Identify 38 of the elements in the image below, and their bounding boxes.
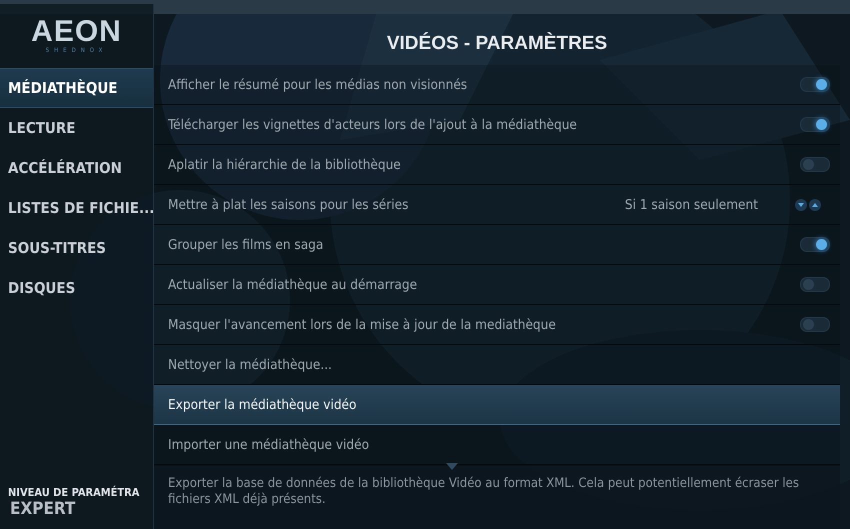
toggle-switch[interactable] (800, 277, 830, 292)
sidebar-item[interactable]: ACCÉLÉRATION (0, 148, 153, 188)
setting-row[interactable]: Afficher le résumé pour les médias non visionnés (154, 65, 840, 105)
setting-label: Masquer l'avancement lors de la mise à jour de la mediathèque (168, 316, 557, 332)
setting-row[interactable]: Grouper les films en saga (154, 225, 840, 265)
setting-label: Actualiser la médiathèque au démarrage (168, 276, 418, 292)
setting-row[interactable]: Télécharger les vignettes d'acteurs lors de l'ajout à la médiathèque (154, 105, 840, 145)
scroll-down-icon (446, 463, 458, 470)
level-caption: NIVEAU DE PARAMÉTRA (7, 486, 140, 499)
setting-row[interactable]: Masquer l'avancement lors de la mise à jour de la mediathèque (154, 305, 840, 345)
setting-row[interactable]: Mettre à plat les saisons pour les séries Si 1 saison seulement (154, 185, 840, 225)
setting-label: Mettre à plat les saisons pour les séries (168, 196, 410, 212)
setting-row[interactable]: Aplatir la hiérarchie de la bibliothèque (154, 145, 840, 185)
setting-description: Exporter la base de données de la bibliothèque Vidéo au format XML. Cela peut potentiellement écraser les fichiers XML déjà présents. (168, 476, 800, 508)
setting-label: Aplatir la hiérarchie de la bibliothèque (168, 156, 402, 172)
setting-label: Télécharger les vignettes d'acteurs lors de l'ajout à la médiathèque (168, 116, 578, 132)
setting-row[interactable]: Exporter la médiathèque vidéo (154, 385, 840, 425)
page-title: VIDÉOS - PARAMÈTRES (386, 31, 608, 56)
setting-label: Importer une médiathèque vidéo (168, 436, 370, 452)
setting-label: Grouper les films en saga (168, 236, 324, 252)
level-button[interactable]: EXPERT (0, 499, 80, 519)
toggle-switch[interactable] (800, 237, 830, 252)
sidebar-item[interactable]: LECTURE (0, 108, 153, 148)
sidebar-item[interactable]: SOUS-TITRES (0, 228, 153, 268)
toggle-switch[interactable] (800, 317, 830, 332)
toggle-switch[interactable] (800, 157, 830, 172)
setting-value: Si 1 saison seulement (624, 196, 758, 212)
sidebar-item[interactable]: MÉDIATHÈQUE (0, 68, 153, 108)
sidebar-item[interactable]: DISQUES (0, 268, 153, 308)
setting-label: Exporter la médiathèque vidéo (168, 396, 358, 412)
logo-text: AEON (31, 17, 122, 47)
toggle-switch[interactable] (800, 77, 830, 92)
setting-label: Afficher le résumé pour les médias non visionnés (168, 76, 468, 92)
setting-row[interactable]: Actualiser la médiathèque au démarrage (154, 265, 840, 305)
spinner-arrows-icon[interactable] (794, 198, 822, 212)
sidebar-item[interactable]: LISTES DE FICHIE... (0, 188, 153, 228)
toggle-switch[interactable] (800, 117, 830, 132)
setting-label: Nettoyer la médiathèque... (168, 356, 333, 372)
